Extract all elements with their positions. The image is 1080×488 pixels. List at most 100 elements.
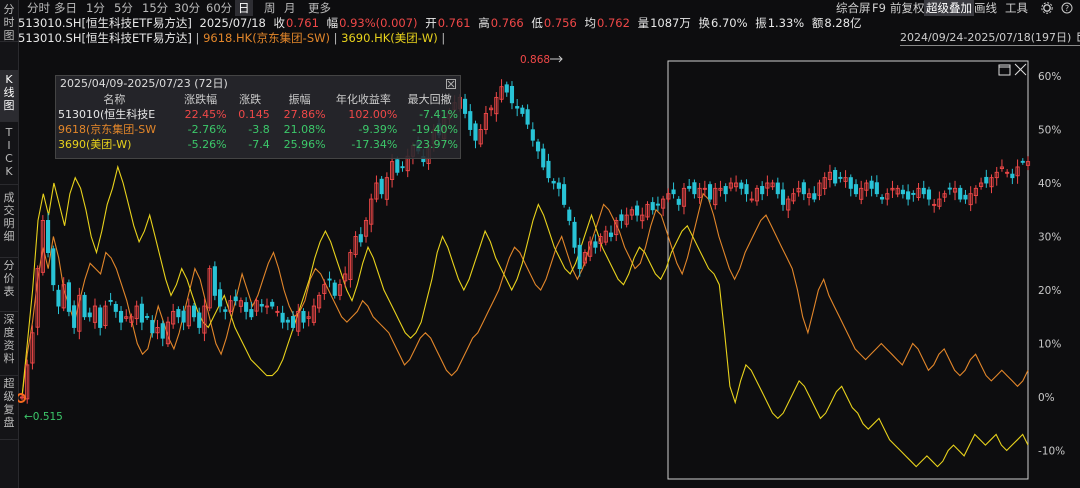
- candle-body: [400, 166, 405, 169]
- row-amp: 21.08%: [283, 123, 326, 136]
- avg-value: 0.762: [596, 16, 630, 30]
- amount-value: 8.28亿: [824, 16, 862, 30]
- period-tab-0[interactable]: 分时: [24, 0, 53, 16]
- period-tab-10[interactable]: 更多: [305, 0, 334, 16]
- period-tab-8[interactable]: 周: [261, 0, 279, 16]
- toolbar-item-1[interactable]: F9: [870, 0, 888, 16]
- stats-table-header: 名称 涨跌幅 涨跌 振幅 年化收益率 最大回撤: [56, 92, 460, 107]
- legend-series-meituan[interactable]: 3690.HK(美团-W): [341, 31, 438, 45]
- candle-body: [926, 189, 932, 200]
- period-tab-6[interactable]: 60分: [203, 0, 235, 16]
- help-icon[interactable]: ?: [1061, 2, 1073, 14]
- toolbar-item-3[interactable]: 超级叠加: [924, 0, 974, 16]
- candle-body: [739, 182, 744, 189]
- candle-body: [848, 177, 853, 189]
- candle-body: [619, 214, 624, 221]
- candle-body: [562, 184, 567, 205]
- max-price-label: 0.868: [520, 54, 550, 66]
- candle-body: [332, 282, 337, 296]
- candle-body: [947, 187, 952, 190]
- candle-body: [82, 294, 87, 318]
- amplitude-value: 1.33%: [767, 16, 805, 30]
- candle-body: [780, 189, 786, 205]
- candle-body: [760, 186, 765, 195]
- candle-body: [468, 111, 473, 130]
- candle-body: [687, 186, 692, 189]
- toolbar-item-2[interactable]: 前复权: [888, 0, 927, 16]
- row-amp: 25.96%: [283, 138, 326, 151]
- candle-body: [72, 305, 77, 328]
- col-drawdown: 最大回撤: [407, 93, 452, 106]
- col-name: 名称: [103, 93, 126, 106]
- period-tab-7[interactable]: 日: [235, 0, 253, 16]
- security-name: 513010.SH[恒生科技ETF易方达]: [18, 16, 192, 30]
- sidebar-tab-1[interactable]: K线图: [0, 70, 18, 122]
- candle-body: [801, 182, 806, 195]
- period-tab-9[interactable]: 月: [281, 0, 299, 16]
- candle-body: [1010, 173, 1015, 179]
- overlay-legend: 513010.SH[恒生科技ETF易方达] | 9618.HK(京东集团-SW)…: [18, 31, 445, 46]
- toolbar-item-4[interactable]: 画线: [972, 0, 999, 16]
- candle-body: [593, 241, 598, 248]
- gear-icon[interactable]: [1041, 2, 1053, 14]
- candle-body: [520, 107, 525, 114]
- y-tick-label: 0%: [1038, 392, 1055, 404]
- candle-body: [874, 182, 879, 195]
- row-annual: -9.39%: [358, 123, 398, 136]
- sidebar-tab-5[interactable]: 深度资料: [0, 310, 18, 376]
- table-row: 9618(京东集团-SW -2.76% -3.8 21.08% -9.39% -…: [56, 122, 460, 137]
- candle-body: [655, 203, 660, 206]
- candle-body: [707, 184, 713, 200]
- candle-body: [191, 305, 197, 318]
- candle-body: [692, 182, 697, 195]
- candle-body: [608, 232, 614, 237]
- period-tab-2[interactable]: 1分: [83, 0, 108, 16]
- amount-label: 额: [811, 16, 824, 30]
- sidebar-tab-4[interactable]: 分价表: [0, 256, 18, 312]
- candle-body: [145, 316, 150, 318]
- toolbar-item-5[interactable]: 工具: [1003, 0, 1030, 16]
- sidebar-tab-3[interactable]: 成交明细: [0, 188, 18, 258]
- turnover-value: 6.70%: [711, 16, 748, 30]
- row-pct: -5.26%: [187, 138, 227, 151]
- date-range-selector[interactable]: 2024/09/24-2025/07/18(197日): [900, 31, 1080, 46]
- sidebar-tab-0[interactable]: 分时图: [0, 0, 18, 42]
- candle-body: [635, 205, 640, 216]
- period-tab-4[interactable]: 15分: [139, 0, 171, 16]
- volume-label: 量: [637, 16, 650, 30]
- legend-series-etf[interactable]: 513010.SH[恒生科技ETF易方达]: [18, 31, 192, 45]
- y-tick-label: 20%: [1038, 285, 1061, 297]
- sidebar-tab-2[interactable]: TICK: [0, 123, 18, 185]
- row-drawdown: -7.41%: [419, 108, 458, 121]
- min-price-label: ←0.515: [24, 411, 63, 423]
- avg-label: 均: [584, 16, 596, 30]
- legend-separator: |: [437, 31, 446, 45]
- candle-body: [775, 182, 780, 195]
- stats-panel-header: 2025/04/09-2025/07/23 (72日): [56, 76, 460, 92]
- period-tab-5[interactable]: 30分: [171, 0, 203, 16]
- period-tab-3[interactable]: 5分: [111, 0, 136, 16]
- row-name: 513010(恒生科技E: [58, 108, 156, 121]
- candle-body: [176, 309, 181, 318]
- toolbar-item-0[interactable]: 综合屏: [834, 0, 873, 16]
- candle-body: [530, 129, 535, 141]
- sidebar-tab-6[interactable]: 超级复盘: [0, 374, 18, 440]
- candle-body: [921, 187, 926, 195]
- period-toolbar: 分时 多日 1分 5分 15分 30分 60分日周月更多 综合屏 F9 前复权 超级叠加 画线 工具?: [18, 0, 1080, 16]
- close-value: 0.761: [286, 16, 319, 30]
- candle-body: [233, 296, 238, 302]
- row-amp: 27.86%: [283, 108, 326, 121]
- period-tab-1[interactable]: 多日: [51, 0, 80, 16]
- close-icon[interactable]: [446, 79, 456, 89]
- candle-body: [958, 187, 963, 200]
- legend-series-jd[interactable]: 9618.HK(京东集团-SW): [203, 31, 330, 45]
- candle-body: [515, 106, 520, 109]
- candle-body: [462, 98, 468, 114]
- candle-body: [51, 248, 56, 286]
- col-annual: 年化收益率: [335, 93, 391, 106]
- candle-body: [150, 320, 155, 334]
- row-drawdown: -23.97%: [412, 138, 458, 151]
- candle-body: [671, 189, 676, 195]
- row-pct: 22.45%: [184, 108, 227, 121]
- candle-body: [650, 202, 655, 211]
